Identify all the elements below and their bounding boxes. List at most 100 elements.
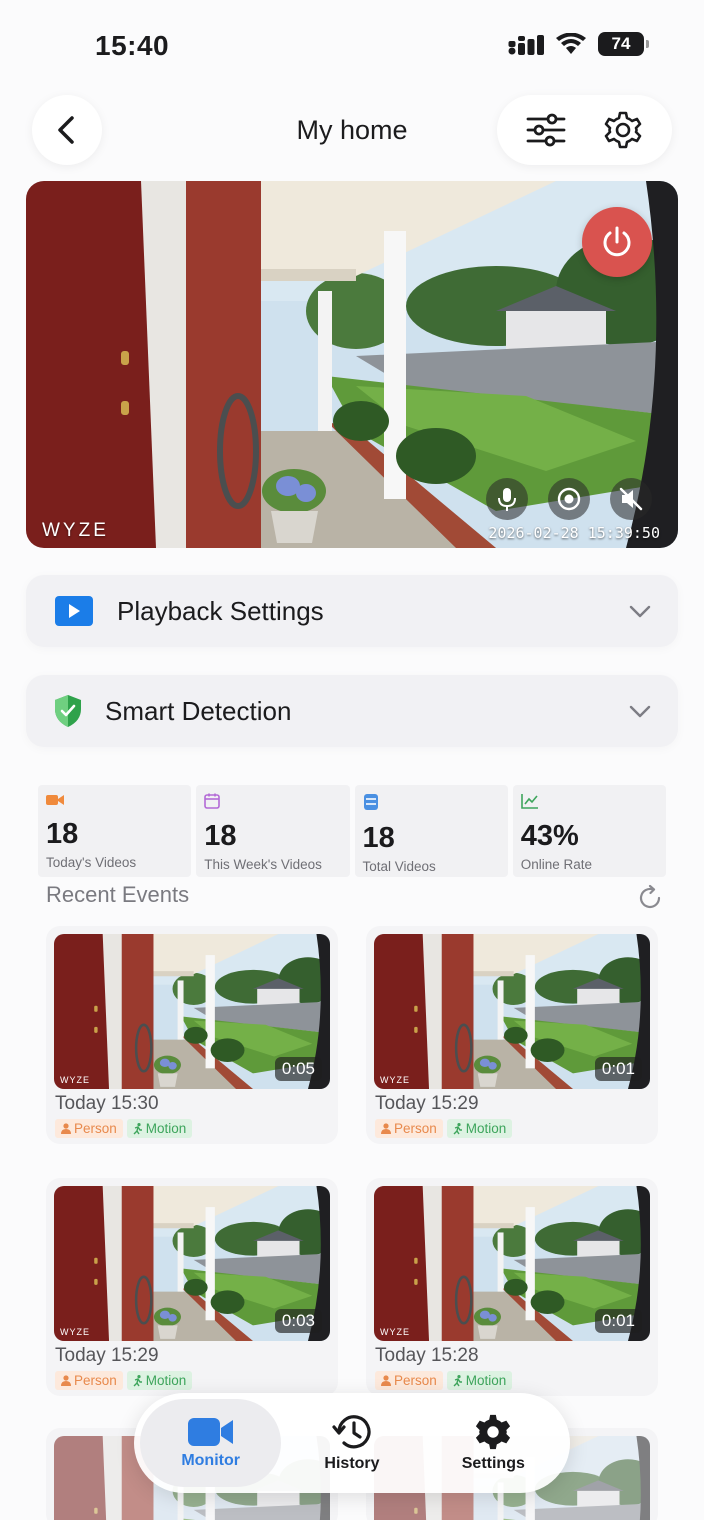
motion-tag: Motion [446, 1371, 513, 1390]
person-tag: Person [375, 1371, 443, 1390]
nav-settings-label: Settings [461, 1455, 525, 1472]
event-thumbnail[interactable]: WYZE 0:01 [374, 934, 650, 1089]
nav-monitor[interactable]: Monitor [140, 1399, 282, 1487]
microphone-icon [498, 488, 516, 511]
settings-button[interactable] [595, 102, 651, 158]
stat-week-videos: 18 This Week's Videos [196, 785, 350, 877]
nav-monitor-label: Monitor [181, 1452, 240, 1469]
gear-icon [604, 111, 642, 149]
event-card[interactable]: WYZE 0:01 Today 15:28 Person Motion [366, 1178, 658, 1396]
database-icon [363, 794, 378, 810]
power-button[interactable] [582, 207, 652, 277]
power-icon [603, 226, 631, 257]
video-icon [46, 795, 64, 805]
shield-check-icon [55, 695, 81, 727]
tag-label: Motion [145, 1373, 187, 1388]
live-camera-view[interactable]: WYZE 2026-02-28 15:39:50 [26, 181, 678, 548]
video-camera-icon [187, 1418, 233, 1446]
thumb-brand: WYZE [60, 1075, 90, 1085]
event-time: Today 15:28 [375, 1345, 479, 1366]
tag-label: Motion [145, 1121, 187, 1136]
mute-button[interactable] [610, 478, 652, 520]
signal-icon [508, 35, 544, 55]
microphone-button[interactable] [486, 478, 528, 520]
event-card[interactable]: WYZE 0:05 Today 15:30 Person Motion [46, 926, 338, 1144]
history-icon [332, 1415, 371, 1449]
stat-label: Online Rate [520, 857, 593, 872]
header-actions [497, 95, 672, 165]
speaker-muted-icon [619, 487, 643, 511]
stat-online-rate: 43% Online Rate [512, 785, 666, 877]
status-bar: 15:40 74 [0, 0, 704, 90]
stat-todays-videos: 18 Today's Videos [38, 785, 192, 877]
tag-label: Person [74, 1373, 117, 1388]
refresh-icon[interactable] [636, 884, 664, 912]
status-time: 15:40 [95, 30, 170, 61]
header: My home [0, 95, 704, 165]
play-icon [55, 596, 93, 626]
thumb-brand: WYZE [380, 1327, 410, 1337]
chevron-left-icon [58, 116, 74, 144]
tag-label: Person [394, 1373, 437, 1388]
running-icon [453, 1122, 462, 1134]
camera-timestamp: 2026-02-28 15:39:50 [488, 524, 660, 542]
chevron-down-icon [629, 705, 651, 718]
battery-icon: 74 [598, 32, 649, 56]
filter-button[interactable] [518, 102, 574, 158]
person-tag: Person [55, 1371, 123, 1390]
nav-history[interactable]: History [281, 1399, 422, 1487]
event-time: Today 15:29 [375, 1093, 479, 1114]
camera-controls [486, 478, 652, 520]
event-thumbnail[interactable]: WYZE 0:01 [374, 1186, 650, 1341]
event-duration: 0:03 [274, 1309, 322, 1333]
stats-row: 18 Today's Videos 18 This Week's Videos … [38, 785, 666, 877]
thumb-brand: WYZE [380, 1075, 410, 1085]
event-tags: Person Motion [375, 1119, 513, 1138]
camera-brand: WYZE [42, 520, 109, 541]
recent-events-title: Recent Events [46, 882, 190, 907]
tag-label: Motion [465, 1373, 507, 1388]
event-time: Today 15:29 [55, 1345, 159, 1366]
person-icon [61, 1123, 71, 1134]
tag-label: Motion [465, 1121, 507, 1136]
gear-icon [476, 1414, 511, 1450]
trend-icon [520, 794, 538, 809]
back-button[interactable] [32, 95, 102, 165]
person-tag: Person [375, 1119, 443, 1138]
stat-value: 18 [362, 822, 395, 854]
event-tags: Person Motion [375, 1371, 513, 1390]
event-thumbnail[interactable]: WYZE 0:03 [54, 1186, 330, 1341]
running-icon [133, 1374, 142, 1386]
calendar-icon [204, 793, 221, 809]
smart-detection-section[interactable]: Smart Detection [26, 675, 678, 747]
playback-settings-label: Playback Settings [117, 595, 324, 626]
motion-tag: Motion [126, 1119, 193, 1138]
tag-label: Person [74, 1121, 117, 1136]
event-thumbnail[interactable]: WYZE 0:05 [54, 934, 330, 1089]
event-duration: 0:01 [594, 1309, 642, 1333]
thumb-brand: WYZE [60, 1327, 90, 1337]
sliders-icon [526, 113, 566, 147]
event-card[interactable]: WYZE 0:01 Today 15:29 Person Motion [366, 926, 658, 1144]
motion-tag: Motion [446, 1119, 513, 1138]
stat-value: 18 [46, 818, 79, 850]
record-button[interactable] [548, 478, 590, 520]
stat-label: Total Videos [362, 859, 436, 874]
event-time: Today 15:30 [55, 1093, 159, 1114]
recent-events-header: Recent Events [46, 882, 664, 916]
person-tag: Person [55, 1119, 123, 1138]
stat-value: 43% [520, 820, 579, 852]
playback-settings-section[interactable]: Playback Settings [26, 575, 678, 647]
person-icon [61, 1375, 71, 1386]
person-icon [381, 1123, 391, 1134]
stat-label: This Week's Videos [204, 857, 322, 872]
status-icons: 74 [508, 32, 649, 56]
chevron-down-icon [629, 605, 651, 618]
nav-history-label: History [324, 1455, 380, 1472]
event-card[interactable]: WYZE 0:03 Today 15:29 Person Motion [46, 1178, 338, 1396]
stat-total-videos: 18 Total Videos [354, 785, 508, 877]
event-duration: 0:05 [274, 1057, 322, 1081]
event-duration: 0:01 [594, 1057, 642, 1081]
record-icon [557, 487, 581, 511]
nav-settings[interactable]: Settings [423, 1399, 564, 1487]
